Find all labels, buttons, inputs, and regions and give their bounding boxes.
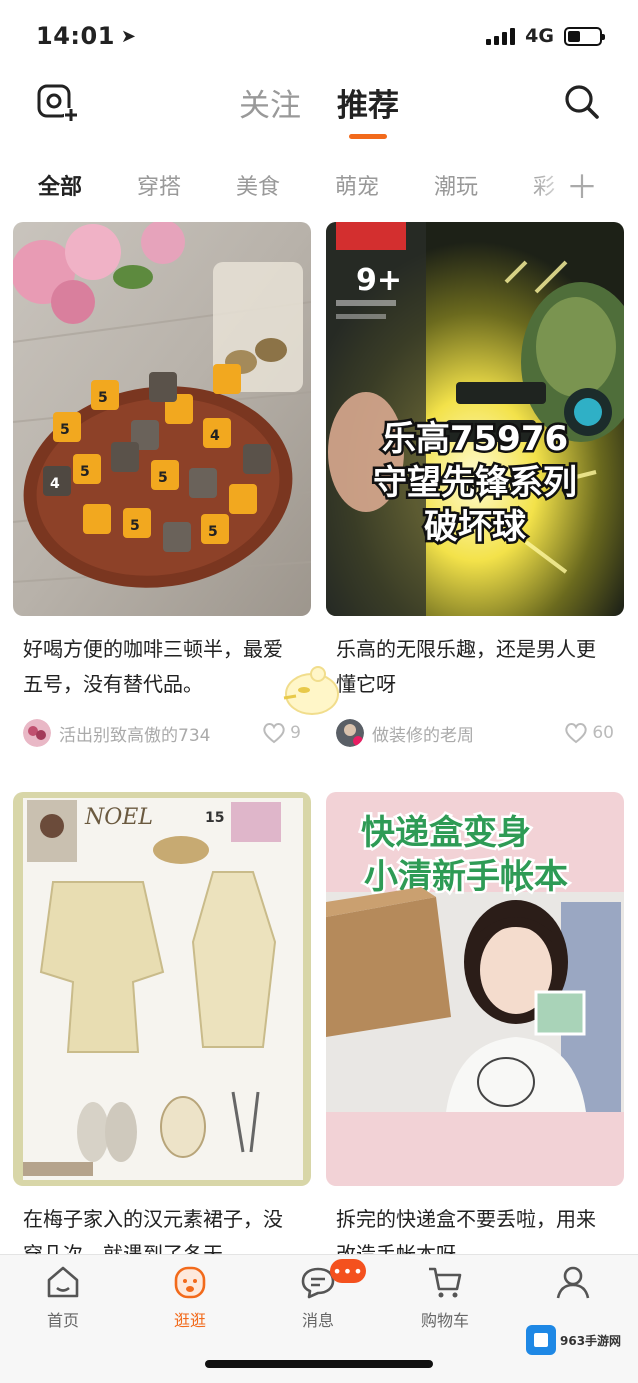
network-type: 4G: [525, 25, 554, 47]
mascot-icon[interactable]: [280, 660, 344, 718]
svg-text:4: 4: [210, 428, 220, 444]
tab-recommend[interactable]: 推荐: [337, 80, 399, 139]
avatar[interactable]: [336, 719, 364, 747]
category-pets[interactable]: 萌宠: [335, 169, 434, 201]
svg-text:5: 5: [60, 422, 70, 438]
tab-messages-label: 消息: [301, 1311, 334, 1330]
svg-text:5: 5: [98, 390, 108, 406]
tab-home-label: 首页: [46, 1311, 79, 1330]
card-image-notebook[interactable]: 快递盒变身 小清新手帐本: [326, 792, 624, 1186]
heart-icon: [565, 723, 588, 744]
collage-number: 15: [205, 810, 224, 826]
add-category-icon[interactable]: ＋: [566, 162, 598, 208]
card-image-coffee[interactable]: 5 5 4 5 5 4 5 5: [13, 222, 311, 616]
location-arrow-icon: ➤: [120, 25, 136, 47]
category-toys[interactable]: 潮玩: [434, 169, 533, 201]
category-tabs: 全部 穿搭 美食 萌宠 潮玩 彩 ＋: [0, 150, 638, 220]
feed-card[interactable]: NOEL 15 在梅子家入的汉元素裙子，没穿几次，就遇到了冬天: [13, 792, 311, 1254]
tab-follow[interactable]: 关注: [239, 80, 301, 139]
svg-text:5: 5: [208, 524, 218, 540]
feed-card[interactable]: 快递盒变身 小清新手帐本 拆完的快递盒不要丢啦，用来改造手帐本呀: [326, 792, 624, 1254]
card-image-dress[interactable]: NOEL 15: [13, 792, 311, 1186]
feed-card[interactable]: 5 5 4 5 5 4 5 5 好喝方便的咖啡三顿半，最爱五号，没有替代品。 活…: [13, 222, 311, 748]
lego-caption-3: 破坏球: [424, 507, 527, 547]
stroll-icon: [174, 1266, 206, 1299]
category-food[interactable]: 美食: [236, 169, 335, 201]
category-outfit[interactable]: 穿搭: [137, 169, 236, 201]
lego-caption-2: 守望先锋系列: [373, 463, 577, 503]
search-button[interactable]: [562, 82, 602, 122]
watermark-icon: [526, 1325, 556, 1355]
like-button[interactable]: 60: [564, 722, 614, 744]
card-title: 在梅子家入的汉元素裙子，没穿几次，就遇到了冬天: [23, 1207, 283, 1254]
tab-cart-label: 购物车: [420, 1311, 469, 1330]
feed-grid: 5 5 4 5 5 4 5 5 好喝方便的咖啡三顿半，最爱五号，没有替代品。 活…: [0, 220, 638, 1254]
like-button[interactable]: 9: [262, 722, 301, 744]
battery-icon: [564, 26, 605, 46]
watermark-logo: 963手游网: [526, 1322, 634, 1358]
signal-icon: [486, 27, 516, 45]
card-image-lego[interactable]: 9+ 乐高75976 守望先锋系列 破坏球: [326, 222, 624, 616]
card-author[interactable]: 活出别致高傲的734: [59, 721, 262, 746]
status-time: 14:01: [36, 22, 115, 50]
tab-stroll-label: 逛逛: [173, 1311, 206, 1330]
svg-text:5: 5: [80, 464, 90, 480]
like-count: 60: [592, 723, 614, 743]
tab-home[interactable]: 首页: [13, 1263, 113, 1331]
tab-profile[interactable]: [523, 1263, 623, 1307]
message-badge: •••: [330, 1259, 366, 1283]
home-icon: [47, 1266, 79, 1298]
card-title: 好喝方便的咖啡三顿半，最爱五号，没有替代品。: [23, 637, 283, 696]
lego-age-badge: 9+: [356, 263, 402, 298]
svg-text:4: 4: [50, 476, 60, 492]
like-count: 9: [290, 723, 301, 743]
top-nav: 关注 推荐: [0, 72, 638, 148]
notebook-caption-2: 小清新手帐本: [364, 857, 568, 897]
search-icon: [565, 85, 599, 119]
cart-icon: [429, 1267, 462, 1298]
collage-title: NOEL: [84, 805, 153, 830]
card-title: 拆完的快递盒不要丢啦，用来改造手帐本呀: [336, 1207, 596, 1254]
tab-stroll[interactable]: 逛逛: [140, 1263, 240, 1331]
home-indicator[interactable]: [205, 1360, 433, 1368]
tab-cart[interactable]: 购物车: [395, 1263, 495, 1331]
feed-card[interactable]: 9+ 乐高75976 守望先锋系列 破坏球 乐高的无限乐趣，还是男人更懂它呀 做…: [326, 222, 624, 748]
card-title: 乐高的无限乐趣，还是男人更懂它呀: [336, 637, 596, 696]
card-author[interactable]: 做装修的老周: [372, 721, 564, 746]
avatar[interactable]: [23, 719, 51, 747]
lego-caption-1: 乐高75976: [382, 419, 568, 459]
watermark-text: 963手游网: [560, 1333, 622, 1348]
heart-icon: [263, 723, 285, 744]
category-all[interactable]: 全部: [38, 169, 137, 201]
profile-icon: [556, 1266, 590, 1299]
notebook-caption-1: 快递盒变身: [361, 813, 531, 853]
status-bar: 14:01 ➤ 4G: [0, 0, 638, 72]
svg-text:5: 5: [130, 518, 140, 534]
svg-text:5: 5: [158, 470, 168, 486]
